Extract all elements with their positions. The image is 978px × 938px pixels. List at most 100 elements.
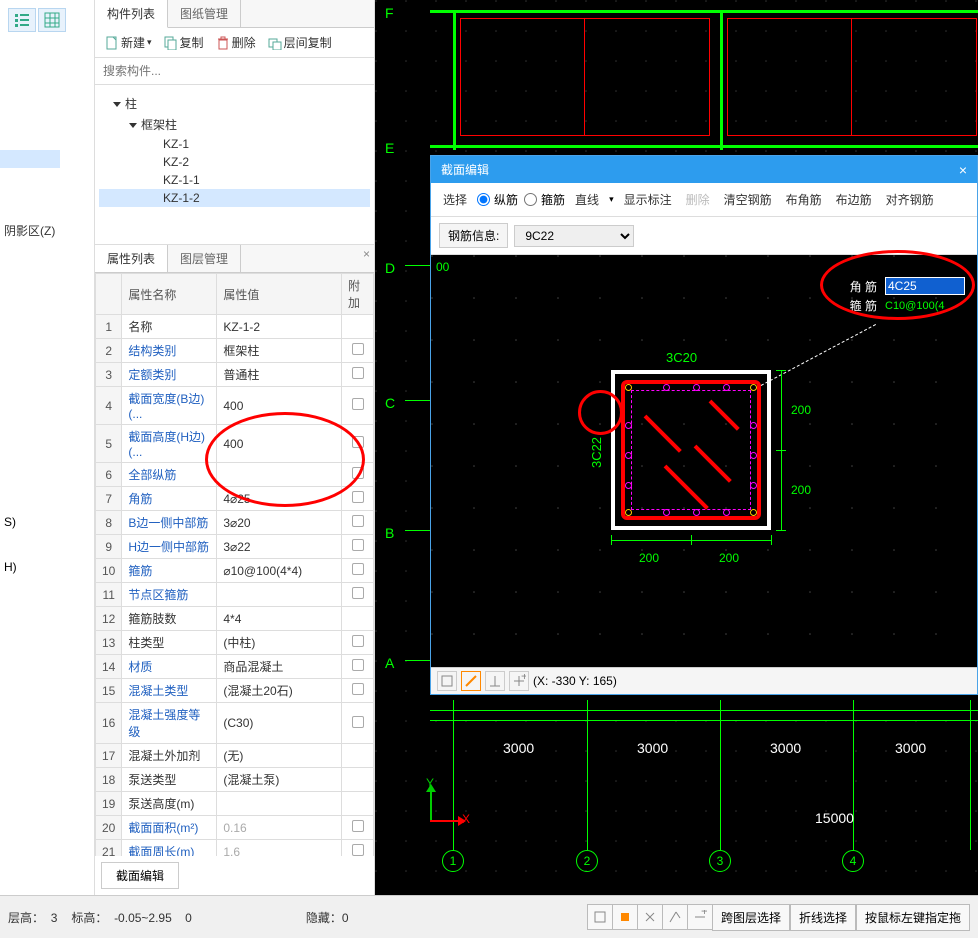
prop-row[interactable]: 16混凝土强度等级(C30) bbox=[96, 703, 374, 744]
span-dim-1: 3000 bbox=[503, 740, 534, 756]
component-toolbar: 新建▾ 复制 删除 层间复制 bbox=[95, 28, 374, 58]
tab-drawings[interactable]: 图纸管理 bbox=[168, 0, 241, 27]
tool-align[interactable]: 对齐钢筋 bbox=[882, 189, 938, 210]
tree-item-kz1[interactable]: KZ-1 bbox=[99, 135, 370, 153]
floor-height-value: 3 bbox=[51, 911, 58, 925]
axis-bubble-1: 1 bbox=[442, 850, 464, 872]
prop-row[interactable]: 11节点区箍筋 bbox=[96, 583, 374, 607]
elevation-label: 标高： bbox=[71, 911, 107, 925]
copy-button[interactable]: 复制 bbox=[160, 32, 208, 53]
section-edit-button[interactable]: 截面编辑 bbox=[101, 862, 179, 889]
row-label-f: F bbox=[385, 5, 394, 21]
new-button[interactable]: 新建▾ bbox=[101, 32, 156, 53]
dialog-close-icon[interactable]: × bbox=[959, 162, 967, 178]
section-editor-dialog: 截面编辑 × 选择 纵筋 箍筋 直线▾ 显示标注 删除 清空钢筋 布角筋 布边筋… bbox=[430, 155, 978, 695]
rebar-info-select[interactable]: 9C22 bbox=[514, 225, 634, 247]
tree-item-kz11[interactable]: KZ-1-1 bbox=[99, 171, 370, 189]
tree-item-kz12[interactable]: KZ-1-2 bbox=[99, 189, 370, 207]
prop-row[interactable]: 17混凝土外加剂(无) bbox=[96, 744, 374, 768]
dim-00: 00 bbox=[436, 260, 449, 274]
prop-row[interactable]: 21截面周长(m)1.6 bbox=[96, 840, 374, 857]
snap-mid-icon[interactable] bbox=[461, 671, 481, 691]
component-tree: 柱 框架柱 KZ-1 KZ-2 KZ-1-1 KZ-1-2 bbox=[95, 85, 374, 245]
tool-edge-bar[interactable]: 布边筋 bbox=[832, 189, 876, 210]
sb-snap-icon-1[interactable] bbox=[587, 904, 613, 930]
prop-row[interactable]: 4截面宽度(B边)(...400 bbox=[96, 387, 374, 425]
section-canvas[interactable]: 00 bbox=[431, 255, 977, 667]
hint-text: 按鼠标左键指定拖 bbox=[856, 904, 970, 931]
total-dim: 15000 bbox=[815, 810, 854, 826]
tool-delete[interactable]: 删除 bbox=[682, 189, 714, 210]
dim-w-200b: 200 bbox=[719, 551, 739, 565]
delete-button[interactable]: 删除 bbox=[212, 32, 260, 53]
grid-view-icon[interactable] bbox=[38, 8, 66, 32]
top-rebar-label: 3C20 bbox=[666, 350, 697, 365]
search-input[interactable] bbox=[97, 60, 372, 82]
axis-bubble-2: 2 bbox=[576, 850, 598, 872]
hidden-label: 隐藏： bbox=[306, 911, 342, 925]
sb-snap-icon-4[interactable] bbox=[662, 904, 688, 930]
snap-perp-icon[interactable] bbox=[485, 671, 505, 691]
close-icon[interactable]: × bbox=[363, 247, 370, 261]
prop-row[interactable]: 5截面高度(H边)(...400 bbox=[96, 425, 374, 463]
float-corner-input[interactable] bbox=[885, 277, 965, 295]
sb-snap-icon-2[interactable] bbox=[612, 904, 638, 930]
sb-snap-icon-3[interactable] bbox=[637, 904, 663, 930]
col-prop-value: 属性值 bbox=[217, 274, 342, 315]
cross-layer-select-button[interactable]: 跨图层选择 bbox=[712, 904, 790, 931]
tool-show-dim[interactable]: 显示标注 bbox=[620, 189, 676, 210]
tool-line[interactable]: 直线 bbox=[571, 189, 603, 210]
dim-h-200b: 200 bbox=[791, 483, 811, 497]
tab-prop-list[interactable]: 属性列表 bbox=[95, 245, 168, 272]
dialog-toolbar: 选择 纵筋 箍筋 直线▾ 显示标注 删除 清空钢筋 布角筋 布边筋 对齐钢筋 bbox=[431, 183, 977, 217]
polyline-select-button[interactable]: 折线选择 bbox=[790, 904, 856, 931]
coord-readout: (X: -330 Y: 165) bbox=[533, 674, 617, 688]
mid-tabs: 构件列表 图纸管理 bbox=[95, 0, 374, 28]
prop-row[interactable]: 20截面面积(m²)0.16 bbox=[96, 816, 374, 840]
tree-item-kz2[interactable]: KZ-2 bbox=[99, 153, 370, 171]
left-rebar-label: 3C22 bbox=[589, 437, 604, 468]
tree-root-column[interactable]: 柱 bbox=[99, 93, 370, 114]
elevation-value: -0.05~2.95 bbox=[114, 911, 172, 925]
prop-row[interactable]: 13柱类型(中柱) bbox=[96, 631, 374, 655]
layer-copy-button[interactable]: 层间复制 bbox=[264, 32, 336, 53]
snap-intersect-icon[interactable]: + bbox=[509, 671, 529, 691]
tree-frame-column[interactable]: 框架柱 bbox=[99, 114, 370, 135]
prop-row[interactable]: 18泵送类型(混凝土泵) bbox=[96, 768, 374, 792]
tool-select[interactable]: 选择 bbox=[439, 189, 471, 210]
s-label: S) bbox=[4, 515, 16, 529]
prop-row[interactable]: 10箍筋⌀10@100(4*4) bbox=[96, 559, 374, 583]
dialog-titlebar[interactable]: 截面编辑 × bbox=[431, 156, 977, 183]
span-dim-4: 3000 bbox=[895, 740, 926, 756]
row-label-e: E bbox=[385, 140, 394, 156]
shadow-zone-label: 阴影区(Z) bbox=[4, 222, 55, 239]
svg-text:+: + bbox=[521, 674, 526, 683]
prop-row[interactable]: 12箍筋肢数4*4 bbox=[96, 607, 374, 631]
float-rebar-info: 角 筋 箍 筋 C10@100(4 bbox=[848, 275, 967, 316]
prop-row[interactable]: 3定额类别普通柱 bbox=[96, 363, 374, 387]
prop-row[interactable]: 2结构类别框架柱 bbox=[96, 339, 374, 363]
col-attach: 附加 bbox=[342, 274, 374, 315]
tool-clear[interactable]: 清空钢筋 bbox=[720, 189, 776, 210]
snap-endpoint-icon[interactable] bbox=[437, 671, 457, 691]
prop-row[interactable]: 15混凝土类型(混凝土20石) bbox=[96, 679, 374, 703]
float-corner-label: 角 筋 bbox=[850, 277, 883, 295]
axis-bubble-3: 3 bbox=[709, 850, 731, 872]
radio-longitudinal[interactable]: 纵筋 bbox=[477, 191, 518, 208]
prop-row[interactable]: 9H边一侧中部筋3⌀22 bbox=[96, 535, 374, 559]
col-prop-name: 属性名称 bbox=[122, 274, 217, 315]
prop-row[interactable]: 1名称KZ-1-2 bbox=[96, 315, 374, 339]
prop-row[interactable]: 8B边一侧中部筋3⌀20 bbox=[96, 511, 374, 535]
prop-row[interactable]: 6全部纵筋 bbox=[96, 463, 374, 487]
sb-snap-icon-5[interactable]: + bbox=[687, 904, 713, 930]
prop-row[interactable]: 14材质商品混凝土 bbox=[96, 655, 374, 679]
prop-row[interactable]: 7角筋4⌀25 bbox=[96, 487, 374, 511]
prop-row[interactable]: 19泵送高度(m) bbox=[96, 792, 374, 816]
hidden-value: 0 bbox=[342, 911, 349, 925]
tab-layer-mgmt[interactable]: 图层管理 bbox=[168, 245, 241, 272]
radio-stirrup[interactable]: 箍筋 bbox=[524, 191, 565, 208]
list-view-icon[interactable] bbox=[8, 8, 36, 32]
row-label-a: A bbox=[385, 655, 394, 671]
tab-components[interactable]: 构件列表 bbox=[95, 0, 168, 28]
tool-corner-bar[interactable]: 布角筋 bbox=[782, 189, 826, 210]
